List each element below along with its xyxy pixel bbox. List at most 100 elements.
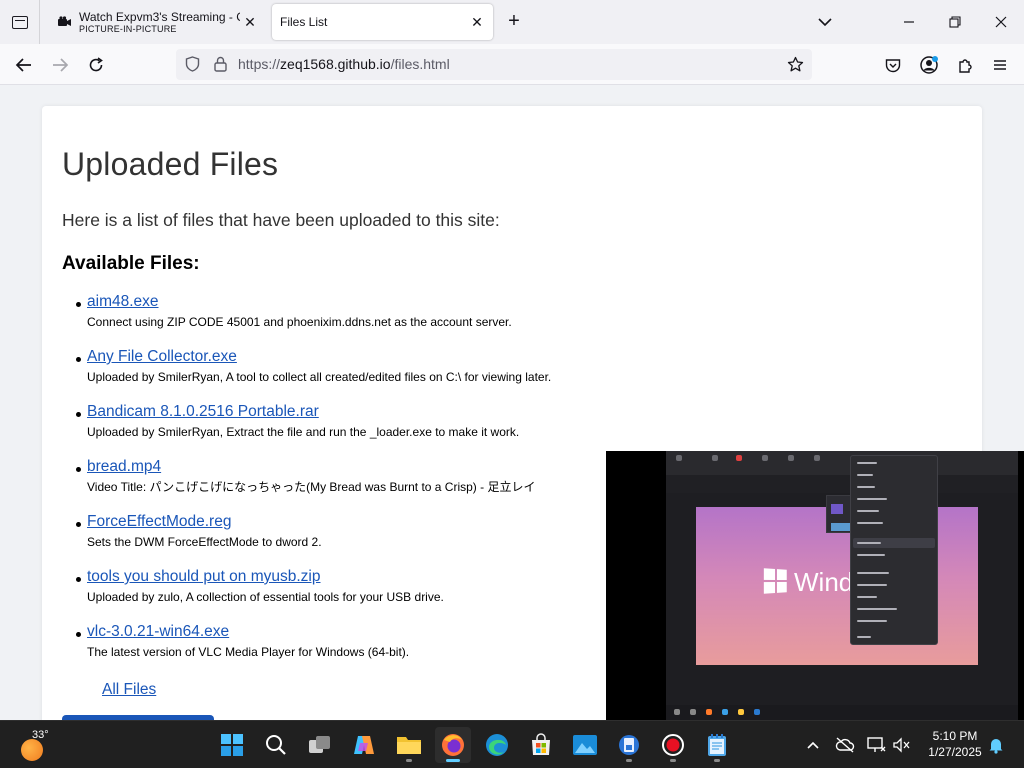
tab-title: Watch Expvm3's Streaming - Cr (79, 9, 240, 24)
copilot-icon (354, 736, 374, 754)
menu-icon[interactable] (985, 50, 1015, 80)
file-description: Uploaded by SmilerRyan, A tool to collec… (87, 370, 552, 384)
list-item: bread.mp4 Video Title: パンこげこげになっちゃった(My … (75, 458, 551, 513)
photos-button[interactable] (567, 727, 603, 763)
file-link[interactable]: aim48.exe (87, 293, 551, 311)
file-description: Video Title: パンこげこげになっちゃった(My Bread was … (87, 480, 536, 494)
pip-status-bar (666, 683, 1018, 699)
file-link[interactable]: Bandicam 8.1.0.2516 Portable.rar (87, 403, 551, 421)
account-icon[interactable] (914, 50, 944, 80)
search-icon (266, 735, 286, 755)
pip-wallpaper-text: Wind (794, 567, 854, 597)
weather-widget[interactable]: 33° (18, 727, 58, 763)
url-text[interactable]: https://zeq1568.github.io/files.html (238, 56, 450, 72)
extensions-icon[interactable] (950, 50, 980, 80)
tab-picture-in-picture[interactable]: Watch Expvm3's Streaming - Cr PICTURE-IN… (48, 4, 266, 40)
notepad-button[interactable] (699, 727, 735, 763)
notepad-icon (708, 734, 726, 756)
file-description: Uploaded by SmilerRyan, Extract the file… (87, 425, 520, 439)
pip-context-menu (850, 455, 938, 645)
weather-temperature: 33° (32, 729, 49, 741)
task-view-button[interactable] (302, 727, 338, 763)
start-button[interactable] (214, 727, 250, 763)
notification-bell-icon[interactable] (984, 731, 1008, 759)
file-description: Connect using ZIP CODE 45001 and phoenix… (87, 315, 512, 329)
tab-list-icon (11, 15, 28, 29)
file-link[interactable]: vlc-3.0.21-win64.exe (87, 623, 551, 641)
maximize-icon[interactable] (932, 0, 978, 44)
bookmark-star-icon[interactable] (786, 55, 804, 73)
file-link[interactable]: tools you should put on myusb.zip (87, 568, 551, 586)
file-link[interactable]: Any File Collector.exe (87, 348, 551, 366)
windows-logo-icon (221, 734, 243, 756)
volume-muted-icon[interactable] (890, 731, 914, 759)
firefox-button[interactable] (435, 727, 471, 763)
tab-title: Files List (280, 15, 328, 29)
edge-button[interactable] (479, 727, 515, 763)
tab-close-icon[interactable]: ✕ (467, 12, 487, 32)
list-item: vlc-3.0.21-win64.exe The latest version … (75, 623, 551, 678)
recorder-button[interactable] (655, 727, 691, 763)
search-button[interactable] (258, 727, 294, 763)
file-link[interactable]: bread.mp4 (87, 458, 551, 476)
pip-image-toolbar (666, 475, 1018, 493)
store-icon (532, 733, 550, 755)
page-subtitle: Here is a list of files that have been u… (62, 210, 500, 230)
pip-video-frame: Wind (666, 451, 1018, 720)
url-scheme: https:// (238, 56, 281, 72)
record-icon (662, 734, 684, 756)
minimize-icon[interactable] (886, 0, 932, 44)
list-item: tools you should put on myusb.zip Upload… (75, 568, 551, 623)
shield-icon[interactable] (183, 55, 201, 73)
cloud-off-icon[interactable] (833, 731, 857, 759)
video-camera-icon (57, 14, 73, 30)
file-list: aim48.exe Connect using ZIP CODE 45001 a… (75, 293, 552, 678)
file-description: The latest version of VLC Media Player f… (87, 645, 410, 659)
url-host: zeq1568.github.io (280, 56, 391, 72)
pocket-icon[interactable] (878, 50, 908, 80)
picture-in-picture-window[interactable]: Wind (606, 451, 1024, 720)
list-item: aim48.exe Connect using ZIP CODE 45001 a… (75, 293, 551, 348)
url-bar[interactable]: https://zeq1568.github.io/files.html (176, 49, 812, 80)
edge-icon (486, 734, 508, 756)
clock-date: 1/27/2025 (928, 745, 982, 759)
file-explorer-button[interactable] (391, 727, 427, 763)
system-clock[interactable]: 5:10 PM 1/27/2025 (915, 728, 995, 760)
all-files-link[interactable]: All Files (102, 681, 156, 699)
microsoft-store-button[interactable] (523, 727, 559, 763)
tab-strip: Watch Expvm3's Streaming - Cr PICTURE-IN… (0, 0, 1024, 44)
copilot-button[interactable] (346, 727, 382, 763)
chevron-up-icon[interactable] (801, 731, 825, 759)
tab-subtitle: PICTURE-IN-PICTURE (79, 23, 177, 34)
app-button[interactable] (611, 727, 647, 763)
chevron-down-icon[interactable] (814, 12, 836, 32)
list-item: ForceEffectMode.reg Sets the DWM ForceEf… (75, 513, 551, 568)
back-icon[interactable] (9, 50, 39, 80)
pip-tab-bar (666, 451, 1018, 465)
reload-icon[interactable] (81, 50, 111, 80)
photos-icon (573, 735, 597, 755)
pip-taskbar (666, 705, 1018, 720)
new-tab-button[interactable]: + (502, 10, 526, 34)
tab-files-list[interactable]: Files List ✕ (272, 4, 493, 40)
section-title: Available Files: (62, 253, 200, 274)
page-title: Uploaded Files (62, 146, 279, 182)
task-view-icon (309, 736, 330, 753)
taskbar: 33° 5:10 PM 1/27/2025 (0, 720, 1024, 768)
list-item: Bandicam 8.1.0.2516 Portable.rar Uploade… (75, 403, 551, 458)
navigation-bar: https://zeq1568.github.io/files.html (0, 44, 1024, 85)
disk-icon (619, 735, 639, 755)
file-description: Sets the DWM ForceEffectMode to dword 2. (87, 535, 322, 549)
clock-time: 5:10 PM (932, 729, 978, 743)
tab-close-icon[interactable]: ✕ (240, 12, 260, 32)
forward-icon[interactable] (45, 50, 75, 80)
weather-sun-icon (21, 739, 43, 761)
pip-toolbar (666, 465, 1018, 475)
tab-list-button[interactable] (0, 0, 40, 44)
list-item: Any File Collector.exe Uploaded by Smile… (75, 348, 552, 403)
close-icon[interactable] (978, 0, 1024, 44)
firefox-icon (442, 734, 464, 756)
lock-icon[interactable] (211, 55, 229, 73)
network-icon[interactable] (865, 731, 889, 759)
file-link[interactable]: ForceEffectMode.reg (87, 513, 551, 531)
